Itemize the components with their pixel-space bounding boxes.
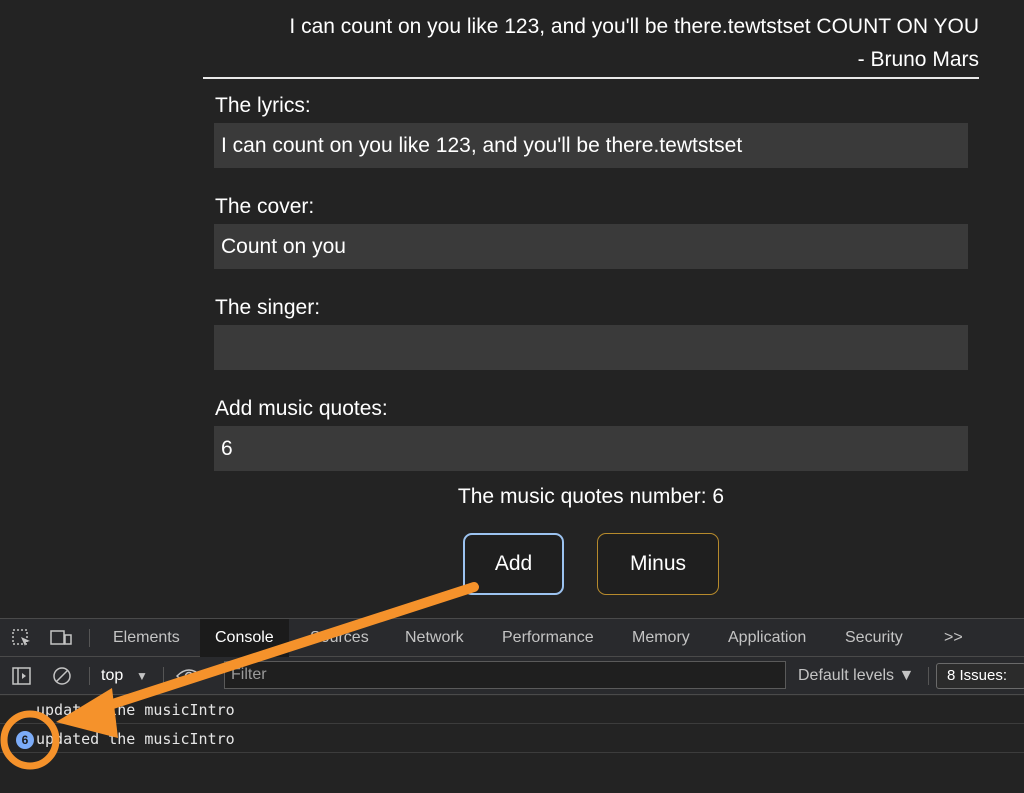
repeat-count-badge: 6 (16, 731, 34, 749)
tab-console[interactable]: Console (200, 619, 289, 657)
issues-button[interactable]: 8 Issues: (936, 663, 1024, 689)
inspect-element-icon[interactable] (12, 629, 32, 647)
quote-text: I can count on you like 123, and you'll … (289, 15, 979, 38)
quotes-count-text: The music quotes number: 6 (457, 485, 725, 508)
log-message: updated the musicIntro (36, 730, 235, 748)
devtools-tab-bar: Elements Console Sources Network Perform… (0, 619, 1024, 657)
toolbar-separator (89, 667, 90, 685)
singer-label: The singer: (215, 296, 321, 319)
default-levels-dropdown[interactable]: Default levels ▼ (798, 657, 914, 695)
add-button[interactable]: Add (463, 533, 564, 595)
context-selector[interactable]: top (101, 657, 123, 695)
tab-elements[interactable]: Elements (113, 619, 180, 657)
tab-security[interactable]: Security (845, 619, 903, 657)
console-log-row: 6 updated the musicIntro (0, 725, 1024, 753)
sidebar-toggle-icon[interactable] (12, 667, 32, 685)
minus-button[interactable]: Minus (597, 533, 719, 595)
tab-performance[interactable]: Performance (502, 619, 594, 657)
toolbar-separator (928, 667, 929, 685)
more-tabs-icon[interactable]: >> (944, 619, 963, 657)
lyrics-label: The lyrics: (215, 94, 311, 117)
tab-separator (89, 629, 90, 647)
singer-input[interactable] (214, 325, 968, 370)
tab-application[interactable]: Application (728, 619, 806, 657)
tab-memory[interactable]: Memory (632, 619, 690, 657)
quotes-count-label: Add music quotes: (215, 397, 388, 420)
devtools-panel: Elements Console Sources Network Perform… (0, 618, 1024, 793)
console-output: updated the musicIntro 6 updated the mus… (0, 696, 1024, 793)
cover-label: The cover: (215, 195, 315, 218)
log-message: updated the musicIntro (36, 701, 235, 719)
context-dropdown-arrow[interactable]: ▼ (136, 657, 148, 695)
eye-icon[interactable] (175, 667, 203, 685)
quotes-count-input[interactable] (214, 426, 968, 471)
cover-input[interactable] (214, 224, 968, 269)
toolbar-separator (163, 667, 164, 685)
console-toolbar: top ▼ Filter Default levels ▼ 8 Issues: (0, 657, 1024, 695)
quote-display: I can count on you like 123, and you'll … (203, 10, 979, 76)
device-toolbar-icon[interactable] (50, 629, 72, 647)
music-quotes-app: I can count on you like 123, and you'll … (0, 0, 1024, 618)
quote-author: - Bruno Mars (857, 48, 979, 71)
lyrics-input[interactable] (214, 123, 968, 168)
tab-network[interactable]: Network (405, 619, 464, 657)
console-filter-input[interactable]: Filter (224, 661, 786, 689)
clear-console-icon[interactable] (52, 667, 72, 685)
console-log-row: updated the musicIntro (0, 696, 1024, 724)
tab-sources[interactable]: Sources (310, 619, 369, 657)
quote-divider (203, 77, 979, 79)
